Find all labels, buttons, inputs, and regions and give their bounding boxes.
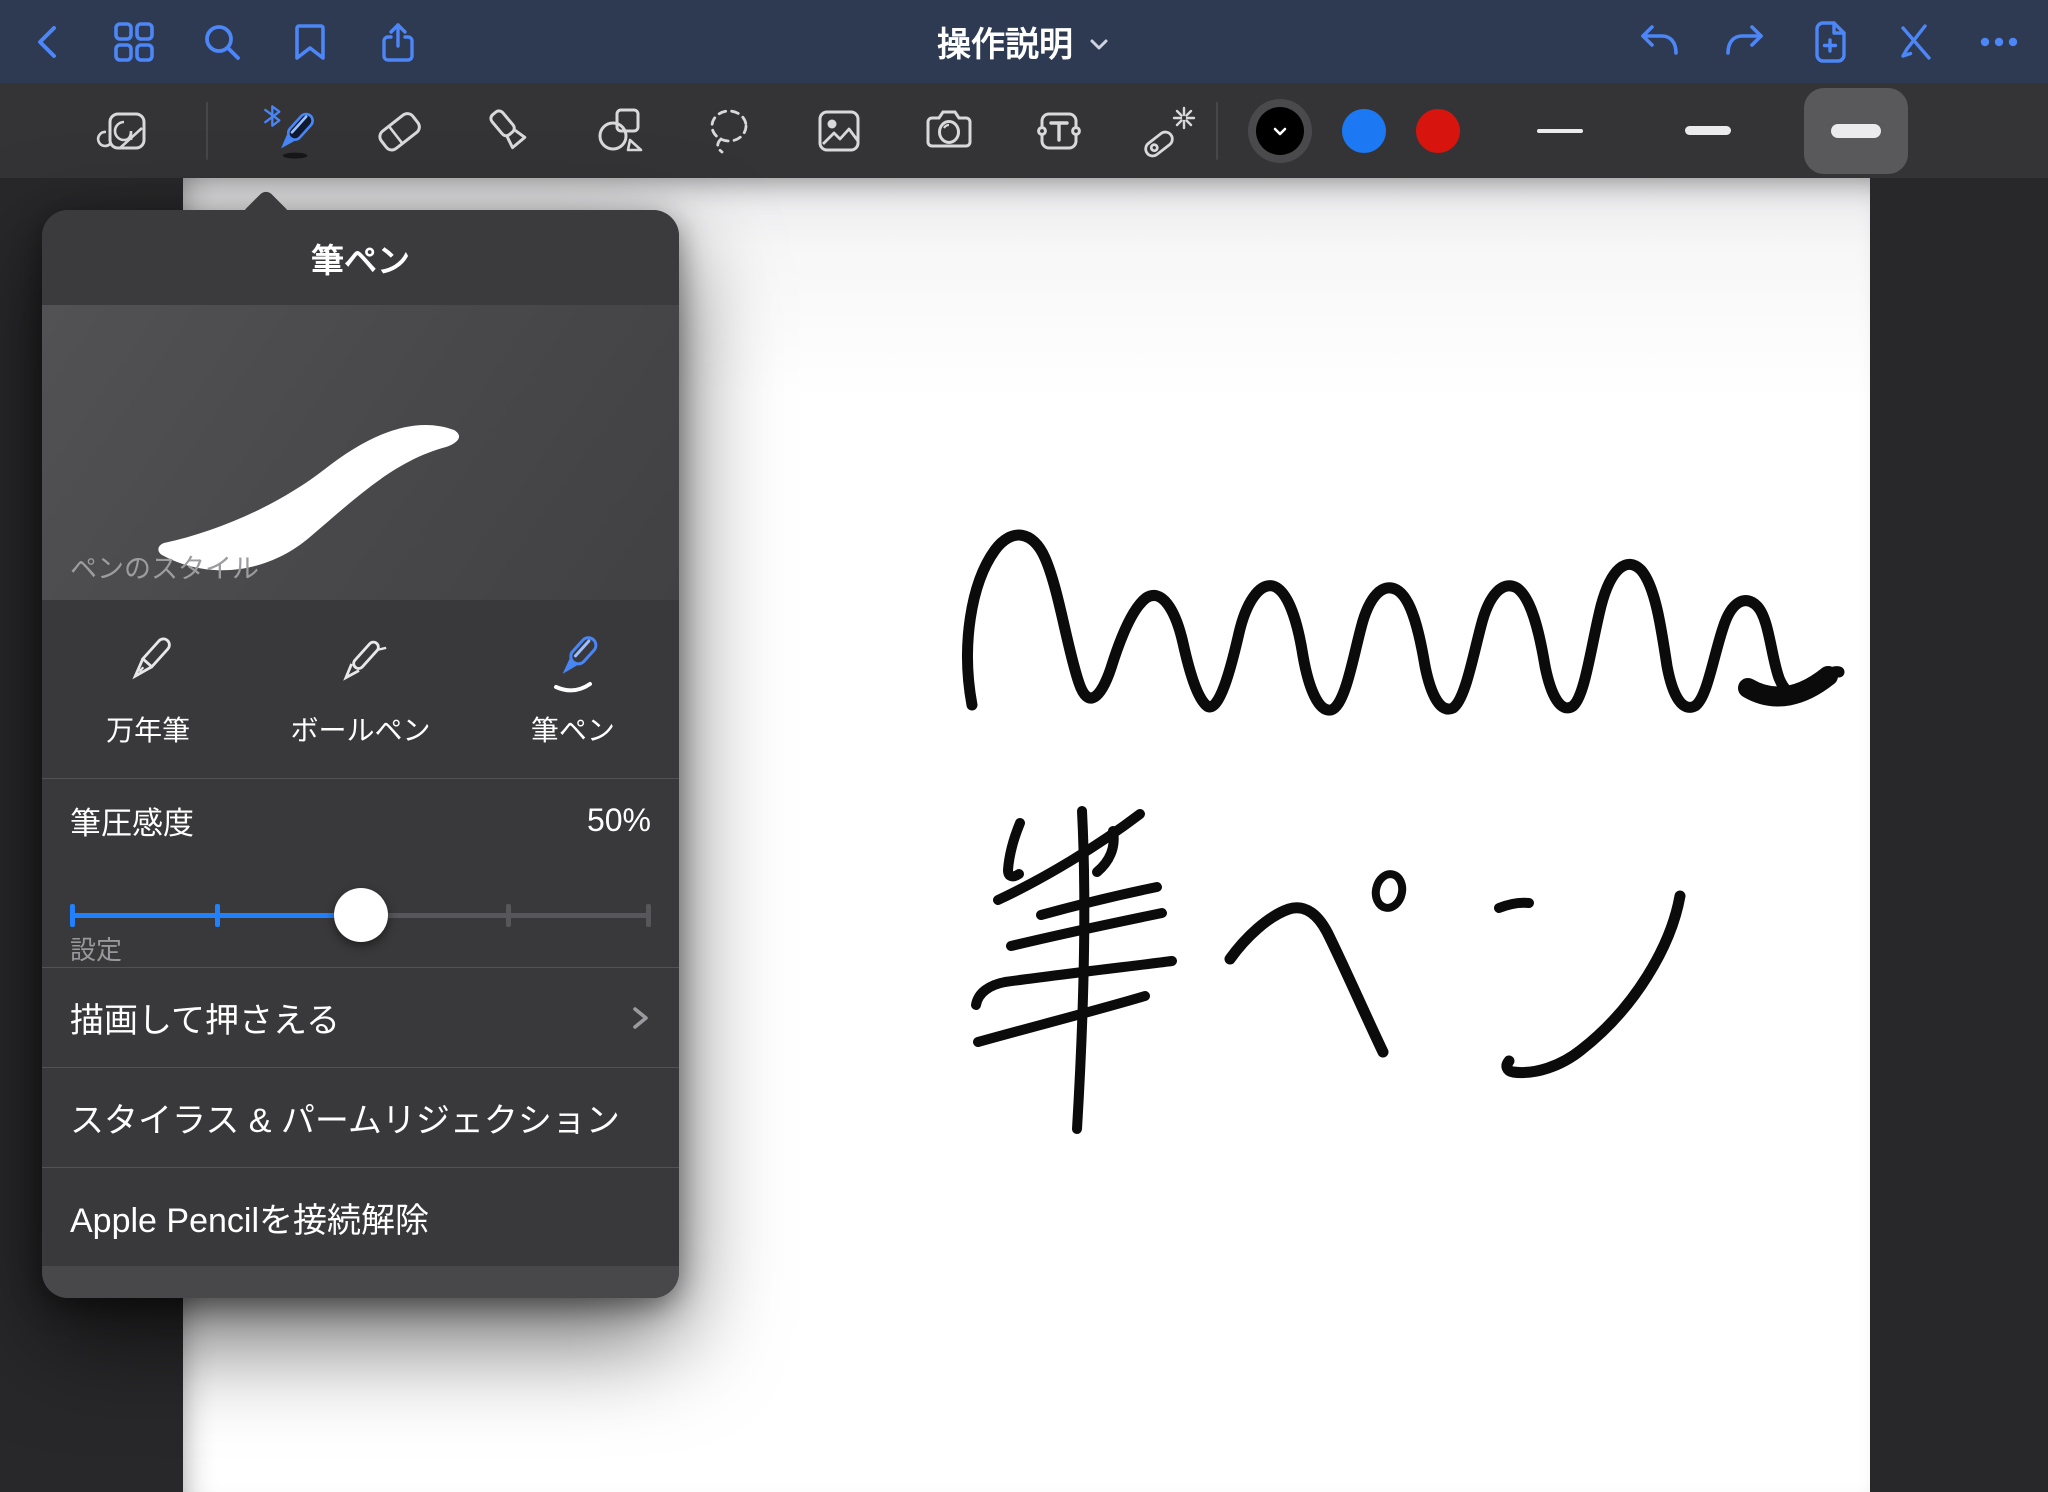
- undo-button[interactable]: [1636, 20, 1682, 64]
- camera-tool[interactable]: [920, 102, 978, 160]
- app-screen: 操作説明: [0, 0, 2048, 1492]
- popover-header: 筆ペン: [42, 210, 679, 305]
- chevron-down-icon: [1087, 32, 1111, 56]
- chevron-down-icon: [1271, 122, 1289, 140]
- grid-icon: [112, 20, 156, 64]
- ellipsis-icon: [1976, 20, 2022, 64]
- toolbar-divider: [206, 102, 208, 160]
- eraser-tool[interactable]: [370, 102, 428, 160]
- color-thickness-group: [1216, 83, 1908, 178]
- thickness-medium[interactable]: [1656, 88, 1760, 174]
- setting-row-draw-and-hold[interactable]: 描画して押さえる: [42, 967, 679, 1067]
- stroke-preview: ペンのスタイル: [42, 305, 679, 600]
- setting-row-disconnect-apple-pencil[interactable]: Apple Pencilを接続解除: [42, 1167, 679, 1267]
- document-title[interactable]: 操作説明: [937, 0, 1111, 83]
- eraser-icon: [370, 102, 428, 160]
- pen-style-label: 筆ペン: [531, 709, 615, 749]
- text-tool[interactable]: [1030, 102, 1088, 160]
- highlighter-tool[interactable]: [480, 102, 538, 160]
- thickness-thick-selected[interactable]: [1804, 88, 1908, 174]
- navbar-left-group: [28, 0, 420, 83]
- slider-thumb[interactable]: [334, 888, 388, 942]
- toolbar-divider: [1216, 102, 1218, 160]
- share-icon: [376, 20, 420, 64]
- add-page-button[interactable]: [1808, 19, 1852, 65]
- search-icon: [200, 20, 244, 64]
- page-title: 操作説明: [937, 17, 1073, 66]
- pages-overview-button[interactable]: [112, 20, 156, 64]
- add-page-icon: [1808, 19, 1852, 65]
- bookmark-button[interactable]: [288, 20, 332, 64]
- settings-section-label: 設定: [70, 930, 122, 967]
- brush-pen-icon: [540, 629, 606, 695]
- pressure-value: 50%: [587, 802, 651, 839]
- pen-style-fountain[interactable]: 万年筆: [42, 600, 254, 778]
- thickness-group: [1508, 88, 1908, 174]
- thickness-thin[interactable]: [1508, 88, 1612, 174]
- drawing-toolbar: [0, 83, 2048, 178]
- undo-icon: [1636, 20, 1682, 64]
- pen-style-section-label: ペンのスタイル: [70, 547, 259, 586]
- fountain-pen-icon: [115, 629, 181, 695]
- redo-button[interactable]: [1722, 20, 1768, 64]
- pen-style-label: ボールペン: [290, 709, 430, 749]
- pen-style-row: 万年筆 ボールペン 筆ペン: [42, 600, 679, 779]
- setting-label: スタイラス & パームリジェクション: [70, 1093, 620, 1142]
- pressure-slider[interactable]: [70, 889, 651, 941]
- ballpoint-pen-icon: [327, 629, 393, 695]
- zoom-window-icon: [96, 102, 154, 160]
- navbar-right-group: [1636, 0, 2022, 83]
- laser-pointer-tool[interactable]: [1140, 102, 1198, 160]
- back-button[interactable]: [28, 20, 68, 64]
- stop-drawing-button[interactable]: [1892, 20, 1936, 64]
- text-icon: [1030, 102, 1088, 160]
- camera-icon: [920, 102, 978, 160]
- color-swatch-blue[interactable]: [1342, 109, 1386, 153]
- highlighter-icon: [480, 102, 538, 160]
- color-swatch-red[interactable]: [1416, 109, 1460, 153]
- pen-style-label: 万年筆: [106, 709, 190, 749]
- setting-label: Apple Pencilを接続解除: [70, 1193, 429, 1242]
- lasso-tool[interactable]: [700, 102, 758, 160]
- color-swatch-black-selected[interactable]: [1248, 99, 1312, 163]
- pen-disable-icon: [1892, 20, 1936, 64]
- pen-style-ballpoint[interactable]: ボールペン: [254, 600, 466, 778]
- pressure-section: 筆圧感度 50%: [70, 778, 651, 944]
- bookmark-icon: [288, 20, 332, 64]
- setting-row-stylus-palm-rejection[interactable]: スタイラス & パームリジェクション: [42, 1067, 679, 1167]
- image-icon: [810, 102, 868, 160]
- shapes-tool[interactable]: [590, 102, 648, 160]
- popover-footer: [42, 1266, 679, 1298]
- setting-label: 描画して押さえる: [70, 993, 340, 1042]
- image-tool[interactable]: [810, 102, 868, 160]
- popover-title: 筆ペン: [311, 234, 410, 282]
- pressure-label: 筆圧感度: [70, 798, 194, 843]
- zoom-window-tool[interactable]: [96, 102, 154, 160]
- chevron-right-icon: [627, 1001, 653, 1035]
- bluetooth-icon: [265, 106, 279, 125]
- lasso-icon: [700, 102, 758, 160]
- more-button[interactable]: [1976, 20, 2022, 64]
- tool-group: [96, 83, 1198, 178]
- share-button[interactable]: [376, 20, 420, 64]
- redo-icon: [1722, 20, 1768, 64]
- pen-tool[interactable]: [260, 102, 318, 160]
- chevron-left-icon: [28, 20, 68, 64]
- laser-pointer-icon: [1140, 102, 1198, 160]
- pen-settings-popover: 筆ペン ペンのスタイル 万年筆 ボールペン 筆ペン 筆圧感度: [42, 210, 679, 1298]
- pen-style-brush-selected[interactable]: 筆ペン: [467, 600, 679, 778]
- pen-tool-icon: [260, 95, 318, 167]
- shapes-icon: [590, 102, 648, 160]
- search-button[interactable]: [200, 20, 244, 64]
- navbar: 操作説明: [0, 0, 2048, 83]
